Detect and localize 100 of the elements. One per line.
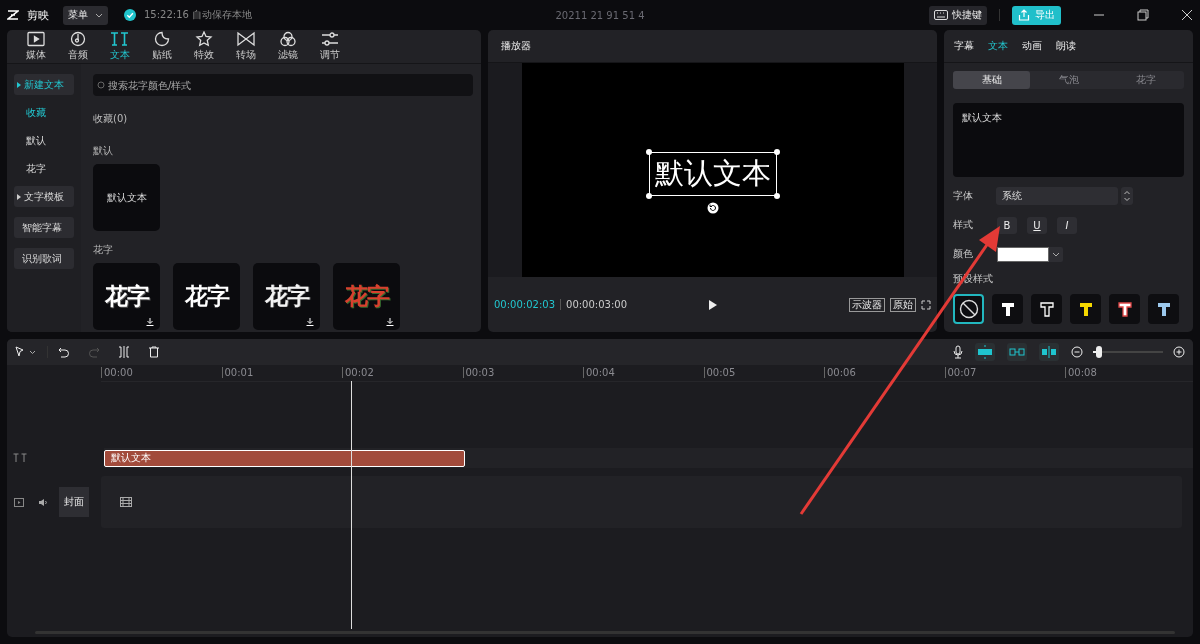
player-button[interactable]: 原始 <box>890 297 916 312</box>
media-tab[interactable]: 调节 <box>309 30 351 63</box>
snap-icon[interactable] <box>975 343 995 361</box>
style-toggle[interactable]: I <box>1057 216 1077 234</box>
section-heading: 收藏(0) <box>93 112 129 126</box>
stepper-icon[interactable] <box>1121 187 1133 205</box>
zoom-out-icon[interactable] <box>1071 346 1083 358</box>
inspector-tab[interactable]: 文本 <box>982 39 1014 53</box>
download-icon[interactable] <box>306 318 314 326</box>
text-style-card[interactable]: 默认文本 <box>93 164 160 231</box>
download-icon[interactable] <box>386 318 394 326</box>
preview-axis-icon[interactable] <box>1039 343 1059 361</box>
track-video-icon[interactable] <box>14 497 24 507</box>
sidebar-button[interactable]: 智能字幕 <box>14 217 74 238</box>
media-tab[interactable]: 转场 <box>225 30 267 63</box>
ruler-label: 00:07 <box>944 367 977 378</box>
font-select[interactable]: 系统 <box>996 187 1118 205</box>
inspector-tab[interactable]: 字幕 <box>948 39 980 53</box>
media-tab[interactable]: 滤镜 <box>267 30 309 63</box>
undo-icon[interactable] <box>58 346 70 358</box>
sidebar-button[interactable]: 识别歌词 <box>14 248 74 269</box>
fullscreen-icon[interactable] <box>921 299 931 310</box>
field-label: 颜色 <box>953 247 974 261</box>
autosave-status: 15:22:16 自动保存本地 <box>144 8 253 22</box>
subtab[interactable]: 基础 <box>953 71 1030 89</box>
preset-style[interactable] <box>1031 294 1062 324</box>
chevron-icon <box>1052 251 1060 257</box>
text-style-card[interactable]: 花字 <box>253 263 320 330</box>
logo-icon <box>7 10 19 20</box>
ruler-label: 00:02 <box>342 367 374 378</box>
media-tab[interactable]: 特效 <box>183 30 225 63</box>
text-style-card[interactable]: 花字 <box>93 263 160 330</box>
select-tool-icon[interactable] <box>15 346 37 358</box>
text-clip[interactable]: 默认文本 <box>104 449 465 467</box>
subtab[interactable]: 气泡 <box>1030 71 1107 89</box>
color-picker[interactable] <box>997 246 1063 262</box>
circles-icon <box>278 31 298 47</box>
chevron-icon <box>95 12 103 18</box>
text-input[interactable]: 默认文本 <box>953 103 1184 177</box>
letter-t-icon <box>999 301 1016 317</box>
download-icon[interactable] <box>146 318 154 326</box>
preset-style[interactable] <box>953 294 984 324</box>
triangle-icon <box>17 193 21 200</box>
preset-style[interactable] <box>1070 294 1101 324</box>
delete-icon[interactable] <box>148 346 160 358</box>
sidebar-group[interactable]: 新建文本 <box>14 74 74 95</box>
link-icon[interactable] <box>1007 343 1027 361</box>
ruler-label: 00:03 <box>462 367 495 378</box>
style-toggle[interactable]: U <box>1027 216 1047 234</box>
text-style-card[interactable]: 花字 <box>333 263 400 330</box>
canvas-text[interactable]: 默认文本 <box>648 152 777 196</box>
video-icon <box>26 31 46 47</box>
panel-title: 播放器 <box>501 39 531 53</box>
preset-style[interactable] <box>1148 294 1179 324</box>
subtab[interactable]: 花字 <box>1107 71 1184 89</box>
ruler-label: 00:00 <box>101 367 133 378</box>
letter-t-icon <box>1077 301 1094 317</box>
rotate-icon[interactable] <box>706 202 719 214</box>
search-field[interactable]: 搜索花字颜色/样式 <box>93 74 473 96</box>
speaker-icon[interactable] <box>38 497 48 507</box>
style-toggle[interactable]: B <box>997 216 1017 234</box>
media-tab[interactable]: 文本 <box>99 30 141 63</box>
sidebar-item[interactable]: 默认 <box>14 130 74 151</box>
inspector-tab[interactable]: 朗读 <box>1050 39 1082 53</box>
sticker-icon <box>152 31 172 47</box>
film-icon <box>120 497 132 507</box>
zoom-slider-thumb[interactable] <box>1095 346 1102 358</box>
shortcut-button[interactable]: 快捷键 <box>929 5 987 25</box>
letter-t-icon <box>1116 301 1133 317</box>
search-icon <box>97 81 105 89</box>
section-heading: 默认 <box>93 144 114 158</box>
preset-style[interactable] <box>1109 294 1140 324</box>
app-name: 剪映 <box>27 7 49 23</box>
media-tab[interactable]: 贴纸 <box>141 30 183 63</box>
preset-style[interactable] <box>992 294 1023 324</box>
triangle-icon <box>17 81 21 88</box>
no-style-icon <box>958 299 979 319</box>
inspector-tab[interactable]: 动画 <box>1016 39 1048 53</box>
media-tab[interactable]: 媒体 <box>15 30 57 63</box>
zoom-in-icon[interactable] <box>1173 346 1185 358</box>
close-icon[interactable] <box>1181 9 1193 21</box>
ruler-label: 00:05 <box>703 367 736 378</box>
cover-button[interactable]: 封面 <box>59 487 89 517</box>
play-icon[interactable] <box>707 298 718 311</box>
menu-dropdown[interactable]: 菜单 <box>63 5 108 25</box>
saved-check-icon <box>124 9 136 21</box>
media-tab[interactable]: 音频 <box>57 30 99 63</box>
restore-icon[interactable] <box>1137 9 1149 21</box>
share-icon <box>1018 9 1030 21</box>
text-style-card[interactable]: 花字 <box>173 263 240 330</box>
total-time: 00:00:03:00 <box>566 299 628 310</box>
player-button[interactable]: 示波器 <box>849 297 885 312</box>
sidebar-group[interactable]: 文字模板 <box>14 186 74 207</box>
sidebar-item[interactable]: 花字 <box>14 158 74 179</box>
music-icon <box>68 31 88 47</box>
sidebar-item[interactable]: 收藏 <box>14 102 74 123</box>
microphone-icon[interactable] <box>953 345 963 359</box>
field-label: 字体 <box>953 189 974 203</box>
ruler-label: 00:06 <box>824 367 856 378</box>
split-icon[interactable] <box>118 346 130 358</box>
